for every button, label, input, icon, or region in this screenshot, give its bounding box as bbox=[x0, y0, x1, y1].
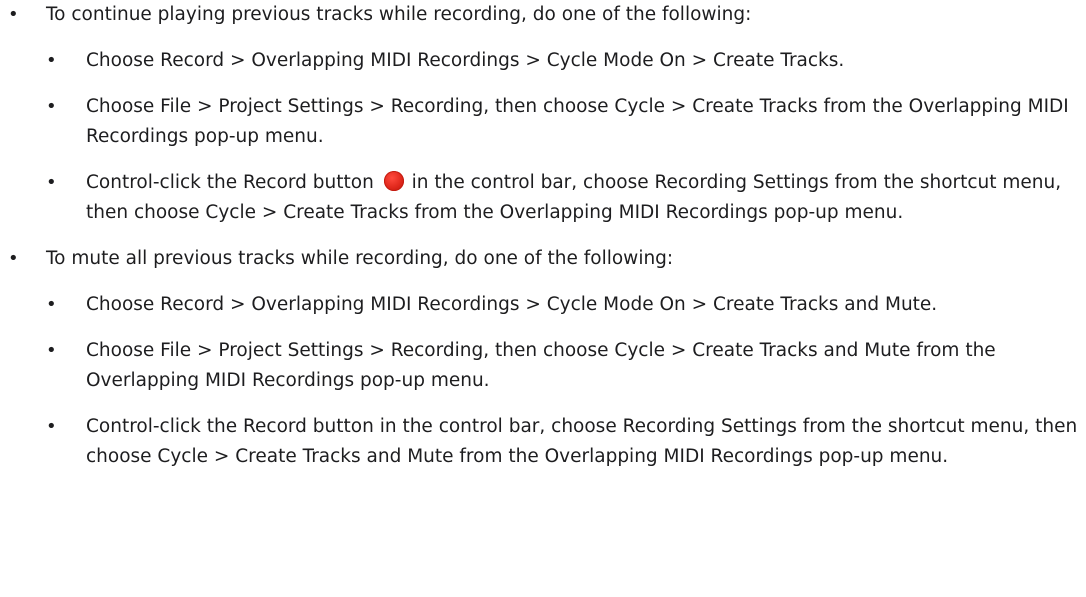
bullet: • bbox=[46, 294, 57, 315]
sub-item-text: Control-click the Record button in the c… bbox=[86, 416, 1078, 467]
sub-item-text: Choose Record > Overlapping MIDI Recordi… bbox=[86, 294, 938, 315]
sub-list: • Choose Record > Overlapping MIDI Recor… bbox=[46, 290, 1086, 472]
sub-item-text: Choose Record > Overlapping MIDI Recordi… bbox=[86, 50, 845, 71]
list-item-mute-previous: • To mute all previous tracks while reco… bbox=[0, 244, 1086, 472]
bullet: • bbox=[8, 4, 19, 25]
sub-item: • Choose Record > Overlapping MIDI Recor… bbox=[46, 290, 1086, 320]
list-item-text: To continue playing previous tracks whil… bbox=[46, 4, 752, 25]
bullet: • bbox=[46, 172, 57, 193]
bullet: • bbox=[46, 50, 57, 71]
sub-item-text-before-icon: Control-click the Record button bbox=[86, 172, 374, 193]
sub-item-text: Choose File > Project Settings > Recordi… bbox=[86, 96, 1069, 147]
sub-item: • Choose File > Project Settings > Recor… bbox=[46, 336, 1086, 396]
bullet: • bbox=[8, 248, 19, 269]
sub-list: • Choose Record > Overlapping MIDI Recor… bbox=[46, 46, 1086, 228]
sub-item: • Choose Record > Overlapping MIDI Recor… bbox=[46, 46, 1086, 76]
bullet: • bbox=[46, 340, 57, 361]
bullet: • bbox=[46, 416, 57, 437]
record-button-icon bbox=[383, 171, 404, 191]
sub-item: • Choose File > Project Settings > Recor… bbox=[46, 92, 1086, 152]
list-item-continue-playing: • To continue playing previous tracks wh… bbox=[0, 0, 1086, 228]
sub-item: • Control-click the Record button in the… bbox=[46, 168, 1086, 228]
document-body: • To continue playing previous tracks wh… bbox=[0, 0, 1086, 597]
sub-item: • Control-click the Record button in the… bbox=[46, 412, 1086, 472]
instruction-list: • To continue playing previous tracks wh… bbox=[0, 0, 1086, 472]
list-item-text: To mute all previous tracks while record… bbox=[46, 248, 674, 269]
bullet: • bbox=[46, 96, 57, 117]
sub-item-text: Choose File > Project Settings > Recordi… bbox=[86, 340, 996, 391]
